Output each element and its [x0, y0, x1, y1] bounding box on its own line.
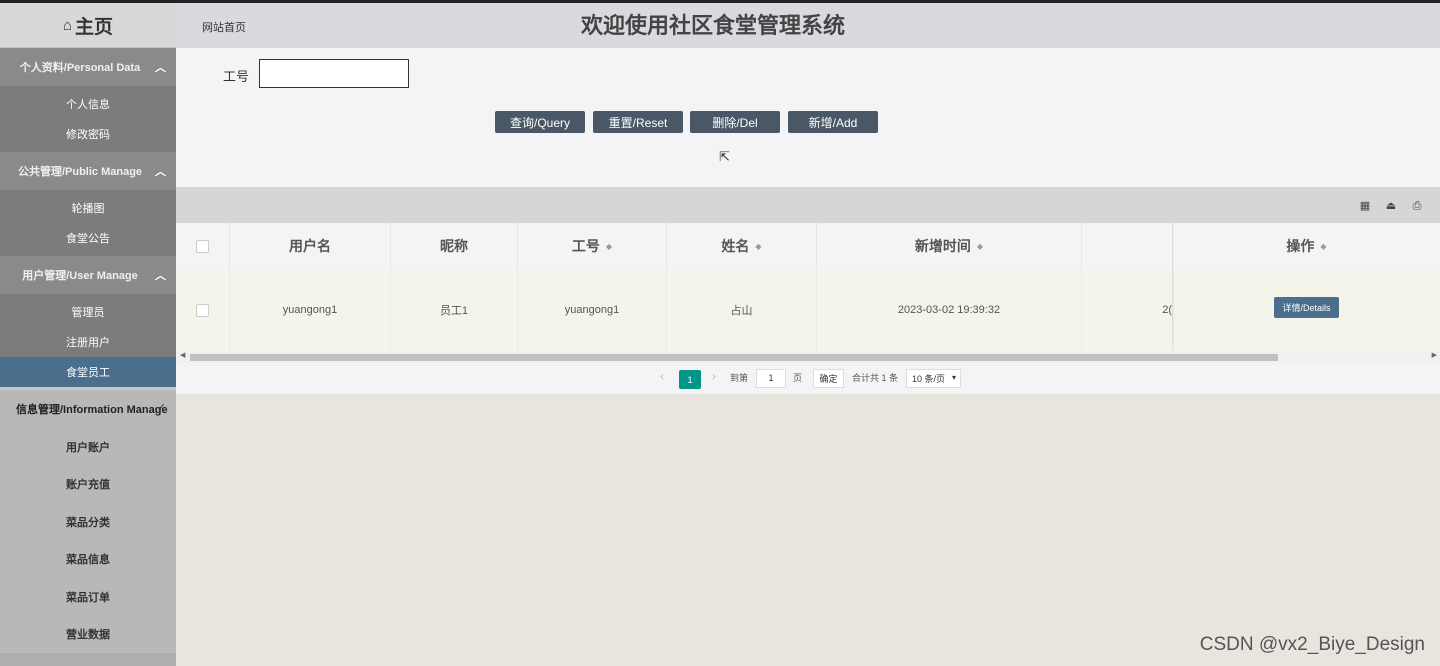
sidebar-group-items: 轮播图 食堂公告	[0, 190, 176, 256]
sidebar-group-personal-data[interactable]: 个人资料/Personal Data ︿	[0, 48, 176, 86]
sidebar-group-items: 用户账户 账户充值 菜品分类 菜品信息 菜品订单 营业数据	[0, 428, 176, 653]
sidebar-item-change-password[interactable]: 修改密码	[0, 119, 176, 149]
sidebar-group-title: 公共管理/Public Manage	[17, 166, 143, 178]
sidebar-group-items: 管理员 注册用户 食堂员工	[0, 294, 176, 387]
select-all-cell	[176, 223, 230, 269]
select-all-checkbox[interactable]	[196, 239, 209, 253]
sort-icon[interactable]: ◆	[606, 242, 612, 251]
sidebar-group-user-manage[interactable]: 用户管理/User Manage ︿	[0, 256, 176, 294]
scroll-right-icon[interactable]: ▶	[1432, 351, 1437, 359]
query-button[interactable]: 查询/Query	[495, 111, 585, 133]
sidebar-group-title: 用户管理/User Manage	[22, 270, 138, 282]
reset-button[interactable]: 重置/Reset	[593, 111, 683, 133]
chevron-down-icon: ✓	[156, 402, 166, 414]
current-page-button[interactable]: 1	[679, 370, 701, 389]
print-icon[interactable]: ⎙	[1410, 199, 1424, 213]
goto-page-input[interactable]: 1	[756, 369, 786, 388]
watermark: CSDN @vx2_Biye_Design	[1199, 634, 1425, 655]
sidebar-group-title: 个人资料/Personal Data	[19, 62, 141, 74]
horizontal-scrollbar[interactable]: ◀ ▶	[176, 351, 1440, 363]
sidebar-item-user-accounts[interactable]: 用户账户	[0, 428, 176, 466]
scroll-left-icon[interactable]: ◀	[180, 351, 185, 359]
table-header: 用户名 昵称 工号 ◆ 姓名 ◆ 新增时间 ◆ 操作 ◆	[176, 223, 1440, 269]
table-row: yuangong1 员工1 yuangong1 占山 2023-03-02 19…	[176, 269, 1440, 351]
sort-icon[interactable]: ◆	[977, 242, 983, 251]
fixed-column-shadow	[1172, 223, 1175, 351]
column-header-actions[interactable]: 操作 ◆	[1173, 223, 1440, 269]
sidebar-item-dish-info[interactable]: 菜品信息	[0, 541, 176, 579]
column-label: 操作	[1286, 238, 1315, 254]
table-toolbar: ▦ ⏏ ⎙	[176, 187, 1440, 223]
sidebar-item-announcement[interactable]: 食堂公告	[0, 223, 176, 253]
job-no-input[interactable]	[259, 59, 409, 88]
sidebar-group-title: 信息管理/Information Manage	[16, 404, 168, 416]
job-no-label: 工号	[223, 69, 250, 84]
cell-overflow: 2(	[1082, 269, 1173, 351]
cell-nickname: 员工1	[391, 269, 518, 351]
column-header-name[interactable]: 姓名 ◆	[667, 223, 817, 269]
cell-username: yuangong1	[230, 269, 391, 351]
chevron-down-icon: ▾	[951, 373, 956, 382]
goto-label: 到第	[730, 373, 749, 383]
column-header-username: 用户名	[230, 223, 391, 269]
sidebar: ⌂ 主页 个人资料/Personal Data ︿ 个人信息 修改密码 公共管理…	[0, 3, 176, 666]
cell-job-no: yuangong1	[518, 269, 667, 351]
cell-actions: 详情/Details	[1173, 269, 1440, 351]
sidebar-item-carousel[interactable]: 轮播图	[0, 193, 176, 223]
column-label: 新增时间	[914, 238, 971, 254]
sidebar-item-personal-info[interactable]: 个人信息	[0, 89, 176, 119]
search-panel: 工号 查询/Query 重置/Reset 删除/Del 新增/Add ⇱	[176, 48, 1440, 187]
delete-button[interactable]: 删除/Del	[690, 111, 780, 133]
page-title: 欢迎使用社区食堂管理系统	[580, 13, 845, 38]
export-icon[interactable]: ⏏	[1384, 199, 1398, 213]
row-checkbox[interactable]	[196, 303, 209, 317]
mouse-cursor-icon: ⇱	[719, 149, 730, 164]
sort-icon[interactable]: ◆	[755, 242, 761, 251]
page-unit-label: 页	[793, 373, 803, 383]
columns-icon[interactable]: ▦	[1358, 199, 1372, 213]
scrollbar-thumb[interactable]	[190, 354, 1278, 361]
sort-icon[interactable]: ◆	[1320, 242, 1326, 251]
sidebar-item-business-data[interactable]: 营业数据	[0, 616, 176, 654]
page-size-select[interactable]: 10 条/页 ▾	[906, 369, 961, 388]
sidebar-item-registered-users[interactable]: 注册用户	[0, 327, 176, 357]
column-label: 工号	[571, 238, 600, 254]
details-button[interactable]: 详情/Details	[1274, 296, 1339, 318]
column-header-nickname: 昵称	[391, 223, 518, 269]
page-size-value: 10 条/页	[912, 374, 946, 384]
column-label: 用户名	[289, 238, 331, 254]
total-count: 合计共 1 条	[852, 373, 899, 383]
chevron-up-icon: ︿	[155, 270, 166, 282]
sidebar-item-recharge[interactable]: 账户充值	[0, 466, 176, 504]
sidebar-item-canteen-staff[interactable]: 食堂员工	[0, 357, 176, 387]
next-page-icon[interactable]: ›	[712, 369, 716, 383]
sidebar-group-public-manage[interactable]: 公共管理/Public Manage ︿	[0, 152, 176, 190]
chevron-up-icon: ︿	[155, 166, 166, 178]
cell-name: 占山	[667, 269, 817, 351]
sidebar-group-items: 个人信息 修改密码	[0, 86, 176, 152]
sidebar-group-information-manage[interactable]: 信息管理/Information Manage ✓	[0, 390, 176, 428]
column-label: 姓名	[721, 238, 750, 254]
sidebar-item-dish-category[interactable]: 菜品分类	[0, 503, 176, 541]
column-label: 昵称	[440, 238, 468, 254]
column-header-hidden	[1082, 223, 1173, 269]
sidebar-item-admin[interactable]: 管理员	[0, 297, 176, 327]
prev-page-icon[interactable]: ‹	[660, 369, 664, 383]
column-header-job-no[interactable]: 工号 ◆	[518, 223, 667, 269]
pagination: ‹ 1 › 到第 1 页 确定 合计共 1 条 10 条/页 ▾	[176, 363, 1440, 394]
sidebar-item-dish-orders[interactable]: 菜品订单	[0, 578, 176, 616]
column-header-created-time[interactable]: 新增时间 ◆	[817, 223, 1082, 269]
cell-created-time: 2023-03-02 19:39:32	[817, 269, 1082, 351]
goto-confirm-button[interactable]: 确定	[813, 369, 844, 388]
add-button[interactable]: 新增/Add	[788, 111, 878, 133]
chevron-up-icon: ︿	[155, 62, 166, 74]
row-select-cell	[176, 269, 230, 351]
